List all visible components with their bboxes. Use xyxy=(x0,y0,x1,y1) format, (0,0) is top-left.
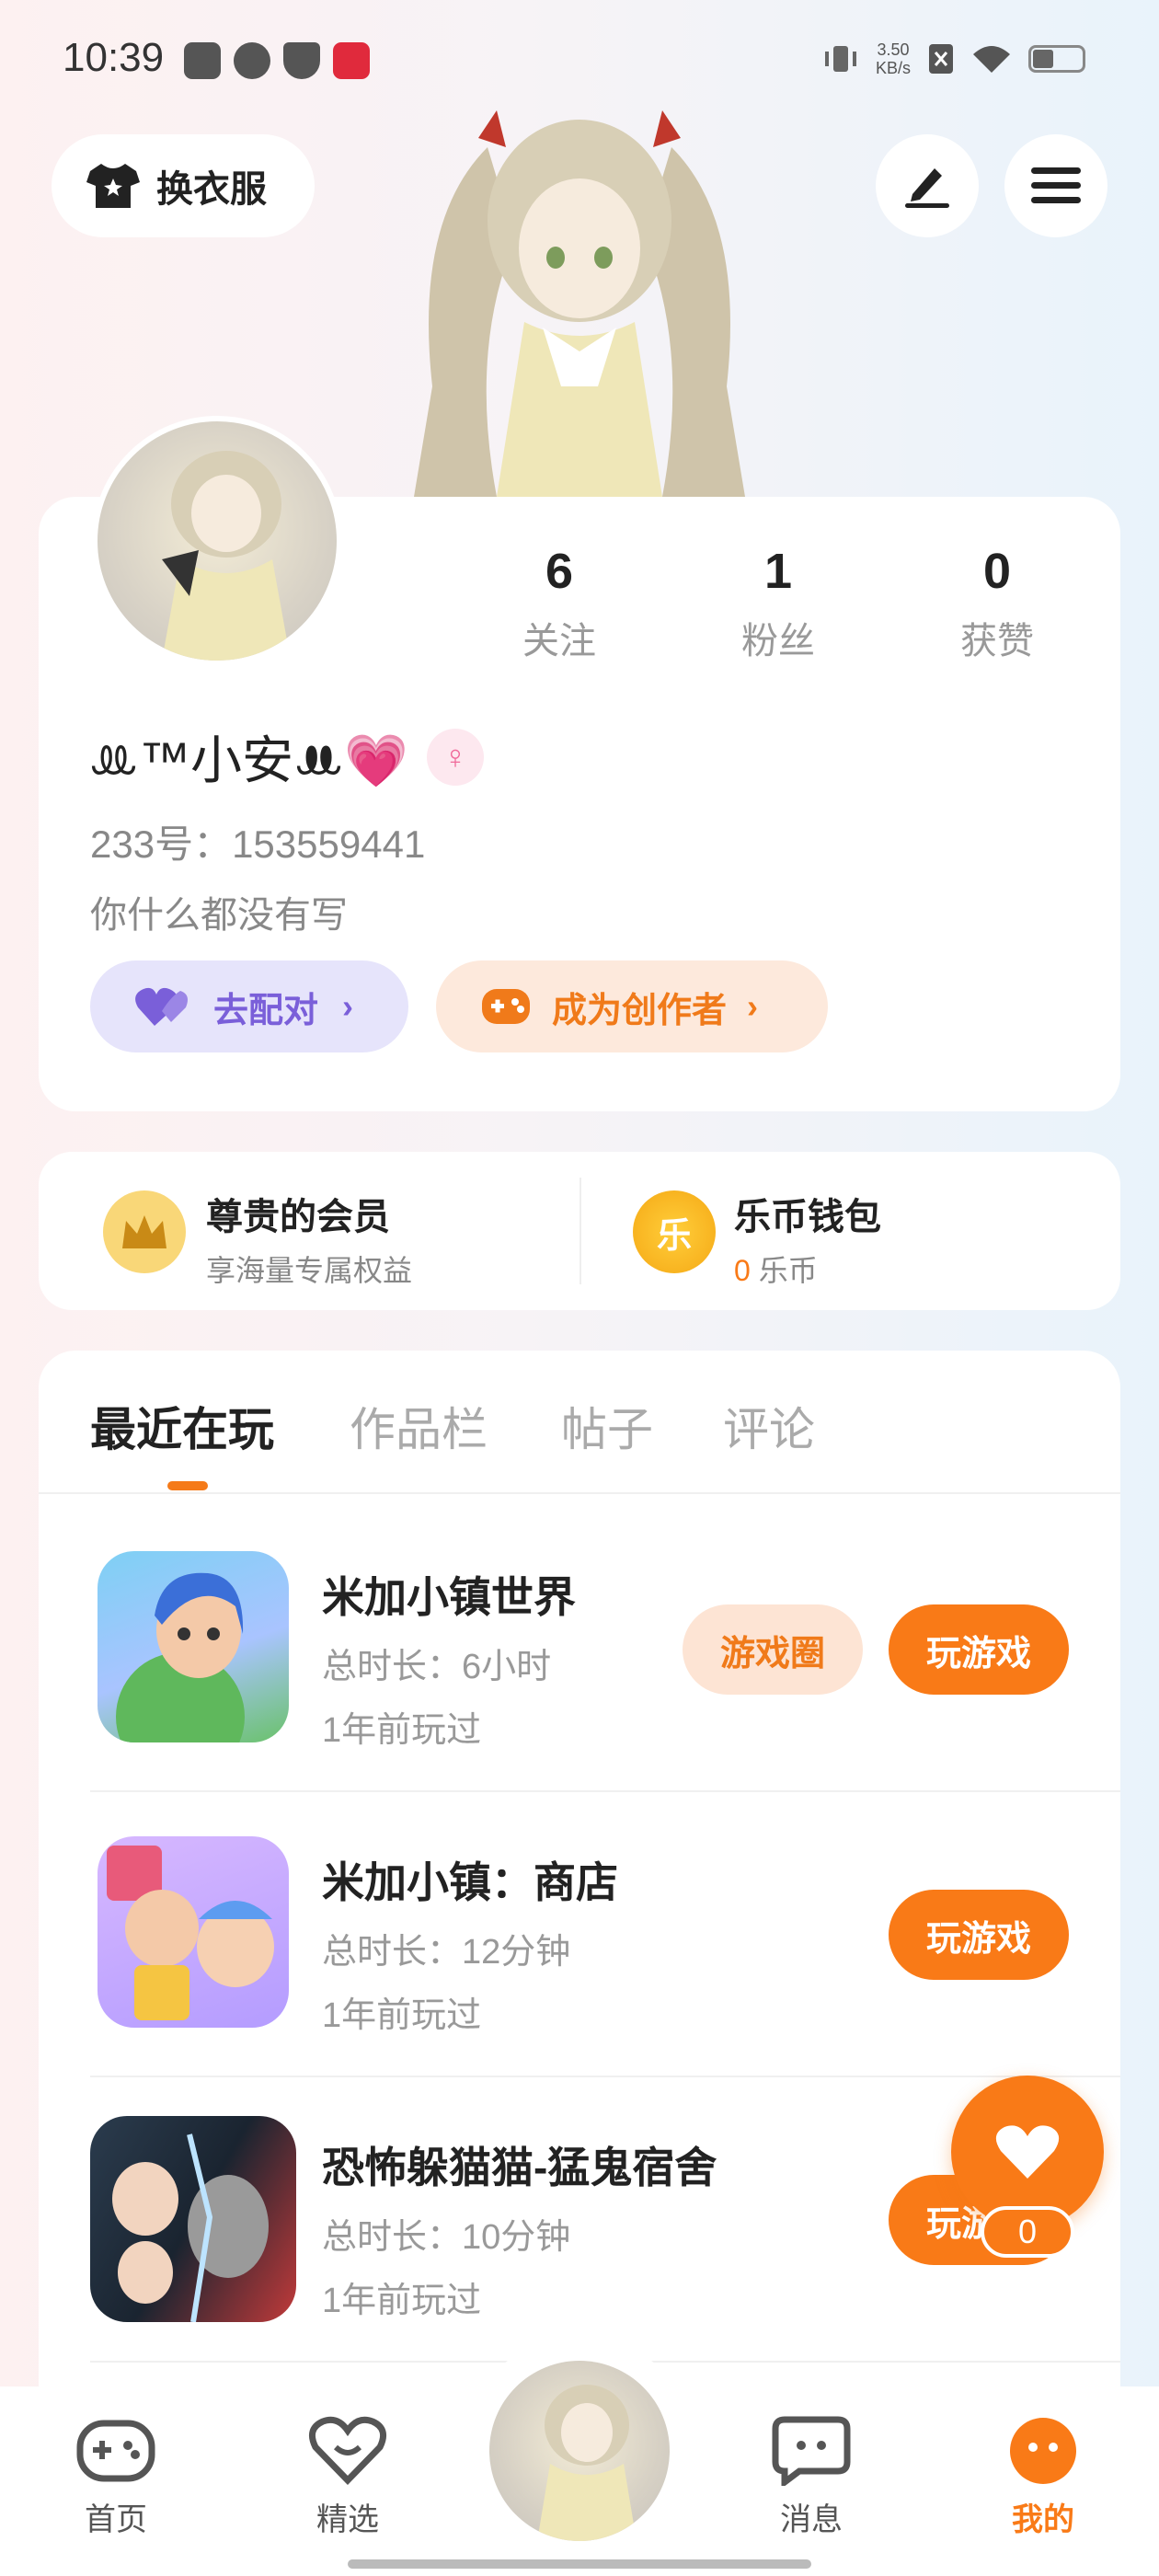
nav-home-label: 首页 xyxy=(85,2502,147,2537)
avatar-image xyxy=(162,451,291,661)
pair-label: 去配对 xyxy=(213,991,319,1030)
become-creator-button[interactable]: 成为创作者 › xyxy=(436,960,828,1052)
tab-indicator xyxy=(167,1481,208,1490)
nav-center-avatar[interactable] xyxy=(489,2361,670,2541)
status-time: 10:39 xyxy=(63,35,165,80)
stat-following-label: 关注 xyxy=(522,621,596,661)
game-last-played: 1年前玩过 xyxy=(322,2282,482,2320)
stat-fans-label: 粉丝 xyxy=(741,621,815,661)
wallet-unit: 乐币 xyxy=(758,1254,818,1287)
nav-mine-label: 我的 xyxy=(1012,2502,1074,2537)
stat-likes-value: 0 xyxy=(982,544,1012,599)
tab-works[interactable]: 作品栏 xyxy=(350,1393,488,1459)
divider xyxy=(580,1178,581,1284)
wallet-balance: 0 乐币 xyxy=(734,1248,881,1290)
menu-button[interactable] xyxy=(1004,134,1107,237)
stat-likes[interactable]: 0 获赞 xyxy=(924,543,1071,664)
bio: 你什么都没有写 xyxy=(90,895,348,936)
chevron-right-icon: › xyxy=(342,987,354,1025)
stat-following-value: 6 xyxy=(545,544,574,599)
avatar[interactable] xyxy=(92,416,342,666)
chat-icon xyxy=(772,2416,851,2489)
no-sim-icon xyxy=(929,44,953,74)
tab-recent-played[interactable]: 最近在玩 xyxy=(90,1393,274,1459)
stat-fans[interactable]: 1 粉丝 xyxy=(705,543,852,664)
game-icon-miga-world[interactable] xyxy=(98,1551,289,1742)
status-icons-left xyxy=(184,42,370,79)
wifi-icon xyxy=(973,46,1010,73)
speed-unit: KB/s xyxy=(875,59,911,77)
game-icon-ghost-dorm[interactable] xyxy=(90,2116,296,2322)
heart-outline-icon xyxy=(308,2416,387,2486)
play-game-button[interactable]: 玩游戏 xyxy=(889,1890,1069,1980)
nav-featured-label: 精选 xyxy=(316,2502,379,2537)
row-divider xyxy=(90,1790,1120,1792)
gamepad-icon xyxy=(76,2420,155,2482)
speed-value: 3.50 xyxy=(877,40,910,59)
game-duration: 总时长：12分钟 xyxy=(322,1933,571,1972)
le-coin-icon: 乐 xyxy=(633,1190,716,1273)
shield-icon xyxy=(283,42,320,79)
nickname-row: ꔛ™小安ꔚ💗 ♀ xyxy=(88,719,484,794)
edit-profile-button[interactable] xyxy=(876,134,979,237)
heart-icon xyxy=(995,2125,1060,2179)
tabs-divider xyxy=(39,1492,1120,1494)
game-circle-button[interactable]: 游戏圈 xyxy=(683,1604,863,1695)
nav-messages-label: 消息 xyxy=(780,2502,843,2537)
stat-following[interactable]: 6 关注 xyxy=(486,543,633,664)
vip-subtitle: 享海量专属权益 xyxy=(206,1254,413,1287)
game-name: 恐怖躲猫猫-猛鬼宿舍 xyxy=(322,2144,717,2191)
gamepad-icon xyxy=(482,989,530,1024)
crown-icon xyxy=(103,1190,186,1273)
nav-messages[interactable]: 消息 xyxy=(747,2416,876,2539)
game-duration: 总时长：10分钟 xyxy=(322,2218,571,2257)
speedometer-icon xyxy=(234,42,270,79)
wallet-title: 乐币钱包 xyxy=(734,1197,881,1237)
row-divider xyxy=(90,2076,1120,2077)
tab-comments[interactable]: 评论 xyxy=(723,1393,815,1459)
vip-title: 尊贵的会员 xyxy=(206,1197,390,1237)
nav-mine[interactable]: 我的 xyxy=(979,2416,1107,2539)
home-indicator xyxy=(348,2559,811,2569)
pair-button[interactable]: 去配对 › xyxy=(90,960,408,1052)
game-name: 米加小镇：商店 xyxy=(322,1858,618,1906)
shirt-icon xyxy=(86,164,140,208)
nickname: ꔛ™小安ꔚ💗 xyxy=(88,731,408,789)
vibrate-icon xyxy=(824,46,856,72)
game-info[interactable]: 米加小镇世界 总时长：6小时 1年前玩过 xyxy=(322,1564,576,1752)
avatar-character-image[interactable] xyxy=(359,110,800,497)
wallet-entry[interactable]: 乐币钱包 0 乐币 xyxy=(734,1187,881,1290)
stat-likes-label: 获赞 xyxy=(960,621,1034,661)
game-duration: 总时长：6小时 xyxy=(322,1648,552,1686)
change-outfit-button[interactable]: 换衣服 xyxy=(52,134,315,237)
menu-icon xyxy=(1031,167,1081,203)
wallet-amount: 0 xyxy=(734,1254,751,1287)
gender-female-icon: ♀ xyxy=(426,728,484,786)
battery-icon xyxy=(1028,45,1085,73)
profile-face-icon xyxy=(1010,2418,1076,2484)
play-game-button[interactable]: 玩游戏 xyxy=(889,1604,1069,1695)
game-info[interactable]: 恐怖躲猫猫-猛鬼宿舍 总时长：10分钟 1年前玩过 xyxy=(322,2134,717,2322)
hearts-icon xyxy=(135,987,188,1026)
game-last-played: 1年前玩过 xyxy=(322,1996,482,2035)
user-id: 233号：153559441 xyxy=(90,822,426,866)
like-count-badge: 0 xyxy=(981,2206,1074,2258)
scan-icon xyxy=(184,42,221,79)
network-speed: 3.50 KB/s xyxy=(876,40,911,77)
tab-posts[interactable]: 帖子 xyxy=(561,1393,653,1459)
game-info[interactable]: 米加小镇：商店 总时长：12分钟 1年前玩过 xyxy=(322,1849,618,2037)
game-icon-miga-store[interactable] xyxy=(98,1836,289,2028)
game-name: 米加小镇世界 xyxy=(322,1573,576,1621)
vip-entry[interactable]: 尊贵的会员 享海量专属权益 xyxy=(206,1187,412,1290)
become-creator-label: 成为创作者 xyxy=(552,991,728,1030)
nav-featured[interactable]: 精选 xyxy=(283,2416,412,2539)
game-last-played: 1年前玩过 xyxy=(322,1711,482,1750)
status-icons-right: 3.50 KB/s xyxy=(822,40,1085,77)
change-outfit-label: 换衣服 xyxy=(156,169,267,210)
xiaohongshu-icon xyxy=(333,42,370,79)
chevron-right-icon: › xyxy=(747,987,759,1025)
edit-icon xyxy=(905,168,949,208)
stat-fans-value: 1 xyxy=(763,544,793,599)
nav-home[interactable]: 首页 xyxy=(52,2416,180,2539)
